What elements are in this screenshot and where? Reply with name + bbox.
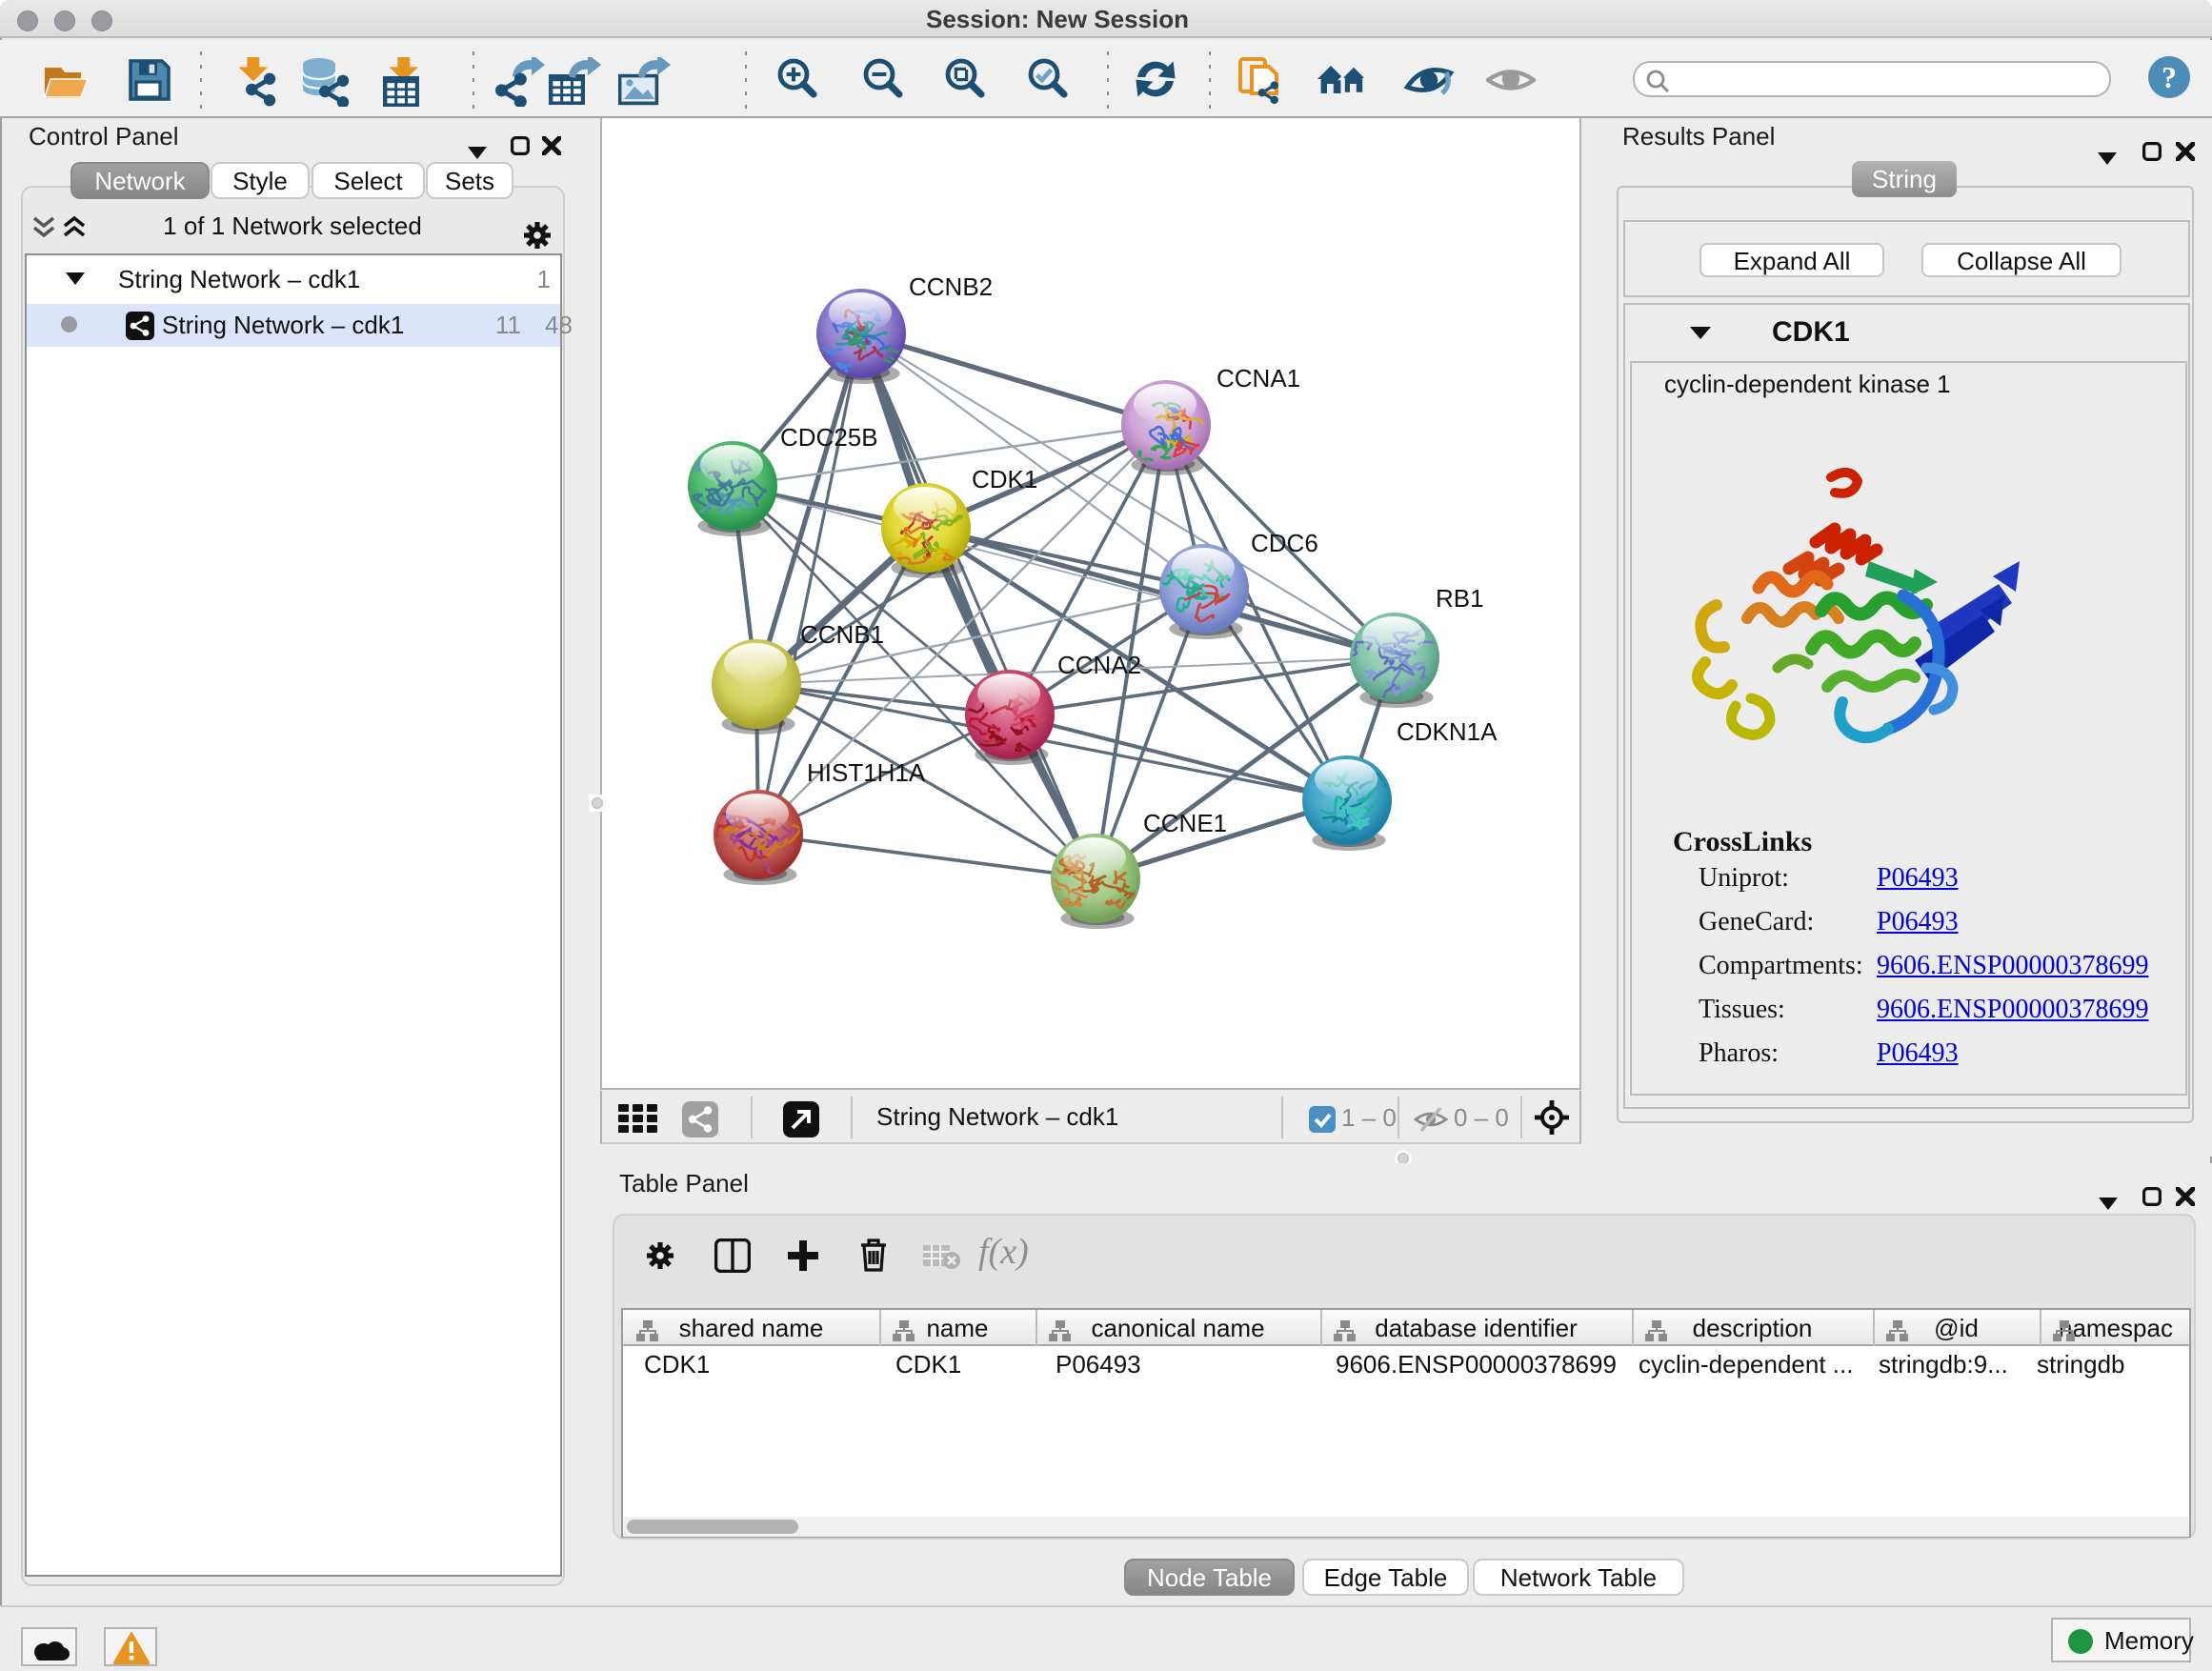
svg-text:CDKN1A: CDKN1A: [1397, 717, 1498, 746]
svg-text:CCNB1: CCNB1: [800, 620, 884, 649]
svg-text:CCNA2: CCNA2: [1057, 651, 1141, 679]
svg-text:CCNE1: CCNE1: [1143, 809, 1227, 837]
svg-text:?: ?: [2162, 60, 2177, 94]
svg-text:CDC25B: CDC25B: [780, 423, 878, 452]
svg-text:HIST1H1A: HIST1H1A: [807, 758, 926, 787]
svg-text:RB1: RB1: [1436, 584, 1484, 613]
svg-text:CCNA1: CCNA1: [1217, 364, 1300, 393]
svg-text:CDC6: CDC6: [1251, 529, 1318, 557]
svg-text:CCNB2: CCNB2: [909, 272, 993, 301]
svg-text:CDK1: CDK1: [972, 465, 1037, 493]
